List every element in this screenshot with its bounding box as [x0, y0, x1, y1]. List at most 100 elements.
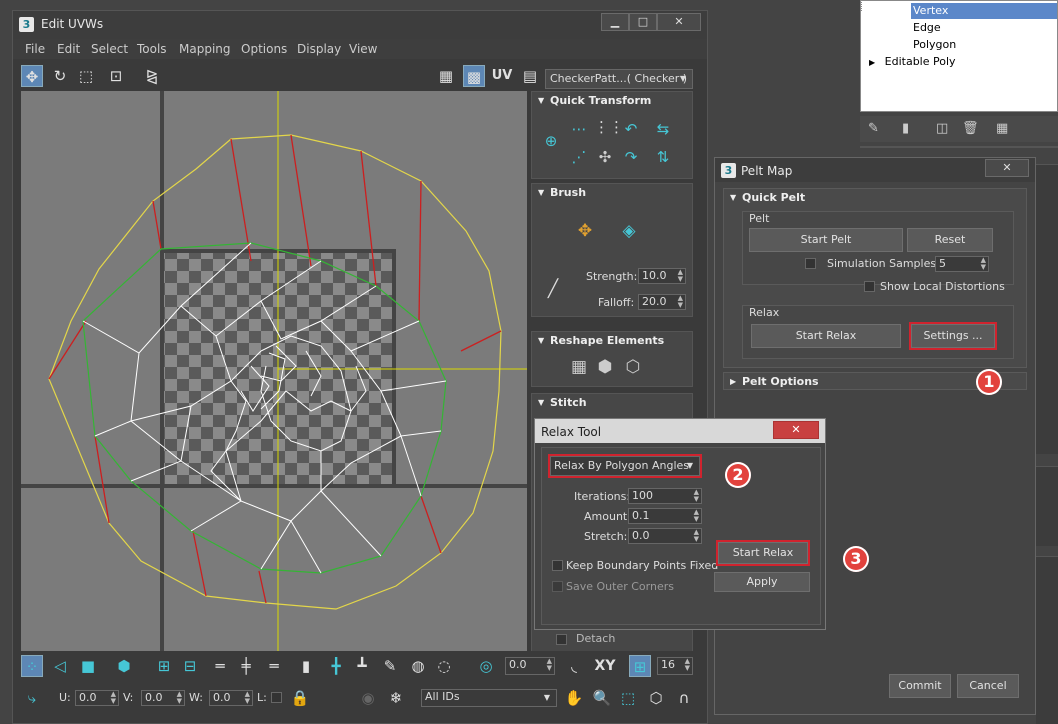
xy-axis-toggle[interactable]: XY	[591, 655, 619, 677]
angle-spinner[interactable]: 0.0 ▲ ▼	[505, 657, 555, 675]
lock-checkbox[interactable]	[271, 692, 282, 703]
make-unique-icon[interactable]: ◫	[936, 121, 948, 136]
w-spinner[interactable]: 0.0 ▲ ▼	[209, 690, 253, 706]
detach-checkbox[interactable]	[556, 634, 567, 645]
maximize-button[interactable]: □	[629, 13, 657, 31]
element-mode-icon[interactable]: ⬢	[113, 655, 135, 677]
rollout-header[interactable]: ▼ Quick Pelt	[724, 189, 1026, 207]
align-horizontal-icon[interactable]: ⋯	[568, 118, 590, 140]
stack-item-editable-poly[interactable]: ▶ Editable Poly	[861, 54, 1057, 70]
lock-selection-icon[interactable]: 🔒	[289, 687, 311, 709]
zoom-extents-icon[interactable]: ⬡	[645, 687, 667, 709]
start-relax-button[interactable]: Start Relax	[751, 324, 901, 348]
mirror-icon[interactable]: ⧎	[141, 65, 163, 87]
close-button[interactable]: ✕	[985, 159, 1029, 177]
align-vertical-icon[interactable]: ⋮⋮	[594, 116, 624, 138]
zoom-icon[interactable]: 🔍	[591, 687, 613, 709]
snap-icon[interactable]: ∩	[673, 687, 695, 709]
edge-mode-icon[interactable]: ◁	[49, 655, 71, 677]
strength-spinner[interactable]: 10.0 ▲ ▼	[638, 268, 686, 284]
minimize-button[interactable]: ▁	[601, 13, 629, 31]
falloff-spinner[interactable]: 20.0 ▲ ▼	[638, 294, 686, 310]
relax-settings-button[interactable]: Settings ...	[909, 322, 997, 350]
window-titlebar[interactable]: 3 Pelt Map ✕	[715, 158, 1035, 182]
zoom-region-icon[interactable]: ⬚	[617, 687, 639, 709]
brush-shrink-icon[interactable]: ◌	[433, 655, 455, 677]
menu-tools[interactable]: Tools	[137, 42, 167, 56]
window-titlebar[interactable]: 3 Edit UVWs ▁ □ ✕	[13, 11, 707, 39]
rollout-header[interactable]: ▼ Reshape Elements	[532, 332, 692, 350]
u-spinner[interactable]: 0.0 ▲ ▼	[75, 690, 119, 706]
pan-icon[interactable]: ✋	[563, 687, 585, 709]
relax-method-dropdown[interactable]: Relax By Polygon Angles ▼	[548, 454, 702, 478]
v-spinner[interactable]: 0.0 ▲ ▼	[141, 690, 185, 706]
start-pelt-button[interactable]: Start Pelt	[749, 228, 903, 252]
stretch-spinner[interactable]: 0.0 ▲ ▼	[628, 528, 702, 544]
close-button[interactable]: ✕	[773, 421, 819, 439]
ring-shrink-icon[interactable]: ┻	[351, 655, 373, 677]
soft-selection-icon[interactable]: ◎	[475, 655, 497, 677]
brush-size-icon[interactable]: ╱	[542, 278, 564, 300]
vertex-mode-icon[interactable]: ⁘	[21, 655, 43, 677]
rotate-icon[interactable]: ↻	[49, 65, 71, 87]
checker-toggle-icon[interactable]: ▦	[435, 65, 457, 87]
checker-pattern-icon[interactable]: ▤	[519, 65, 541, 87]
texture-dropdown[interactable]: CheckerPatt...( Checker ) ▼	[545, 69, 693, 89]
edge-ring-icon[interactable]: ═	[263, 655, 285, 677]
iterations-spinner[interactable]: 100 ▲ ▼	[628, 488, 702, 504]
grid-size-spinner[interactable]: 16 ▲ ▼	[657, 657, 693, 675]
hide-icon[interactable]: ◉	[357, 687, 379, 709]
show-local-distortions-checkbox[interactable]	[864, 281, 875, 292]
menu-mapping[interactable]: Mapping	[179, 42, 231, 56]
align-to-edge-icon[interactable]: ✣	[594, 146, 616, 168]
commit-button[interactable]: Commit	[889, 674, 951, 698]
rollout-header[interactable]: ▼ Brush	[532, 184, 692, 202]
paint-move-icon[interactable]: ✥	[574, 220, 596, 242]
dialog-titlebar[interactable]: Relax Tool ✕	[535, 419, 825, 443]
show-map-icon[interactable]: ▩	[463, 65, 485, 87]
freeze-icon[interactable]: ❄	[385, 687, 407, 709]
menu-view[interactable]: View	[349, 42, 377, 56]
simulation-samples-spinner[interactable]: 5 ▲ ▼	[935, 256, 989, 272]
menu-options[interactable]: Options	[241, 42, 287, 56]
straighten-icon[interactable]: ⋰	[568, 146, 590, 168]
rollout-header[interactable]: ▼ Stitch	[532, 394, 692, 412]
paint-select-icon[interactable]: ✎	[379, 655, 401, 677]
configure-icon[interactable]: ▦	[996, 121, 1008, 136]
shrink-selection-icon[interactable]: ⊟	[179, 655, 201, 677]
reset-button[interactable]: Reset	[907, 228, 993, 252]
relax-custom-icon[interactable]: ⬡	[622, 356, 644, 378]
stack-item-edge[interactable]: Edge	[861, 20, 1057, 36]
absolute-offset-icon[interactable]: ⤷	[21, 687, 43, 709]
uv-viewport[interactable]	[21, 91, 527, 655]
ids-dropdown[interactable]: All IDs ▼	[421, 689, 557, 707]
close-button[interactable]: ✕	[657, 13, 701, 31]
relax-until-flat-icon[interactable]: ⬢	[594, 356, 616, 378]
uv-axis-toggle[interactable]: UV	[491, 65, 513, 87]
scale-icon[interactable]: ⬚	[75, 65, 97, 87]
freeform-icon[interactable]: ⊡	[105, 65, 127, 87]
edge-ring-grow-icon[interactable]: ▮	[295, 655, 317, 677]
show-end-result-icon[interactable]: ▮	[902, 121, 909, 136]
cancel-button[interactable]: Cancel	[957, 674, 1019, 698]
straighten-selection-icon[interactable]: ▦	[568, 356, 590, 378]
remove-modifier-icon[interactable]: 🗑	[962, 121, 979, 136]
relax-brush-icon[interactable]: ◈	[618, 220, 640, 242]
rotate-ccw-icon[interactable]: ↶	[620, 118, 642, 140]
keep-boundary-checkbox[interactable]	[552, 560, 563, 571]
falloff-curve-icon[interactable]: ◟	[563, 655, 585, 677]
stack-item-polygon[interactable]: Polygon	[861, 37, 1057, 53]
grow-selection-icon[interactable]: ⊞	[153, 655, 175, 677]
start-relax-dialog-button[interactable]: Start Relax	[716, 540, 810, 566]
stack-item-vertex[interactable]: Vertex	[861, 3, 1057, 19]
space-vertical-icon[interactable]: ⇅	[652, 146, 674, 168]
polygon-mode-icon[interactable]: ■	[77, 655, 99, 677]
brush-grow-icon[interactable]: ◍	[407, 655, 429, 677]
edge-loop-icon[interactable]: ═	[209, 655, 231, 677]
apply-button[interactable]: Apply	[714, 572, 810, 592]
pin-icon[interactable]: ✎	[868, 121, 879, 136]
edge-loop-grow-icon[interactable]: ╪	[235, 655, 257, 677]
uv-mesh-canvas[interactable]	[21, 91, 527, 655]
menu-edit[interactable]: Edit	[57, 42, 80, 56]
menu-select[interactable]: Select	[91, 42, 128, 56]
